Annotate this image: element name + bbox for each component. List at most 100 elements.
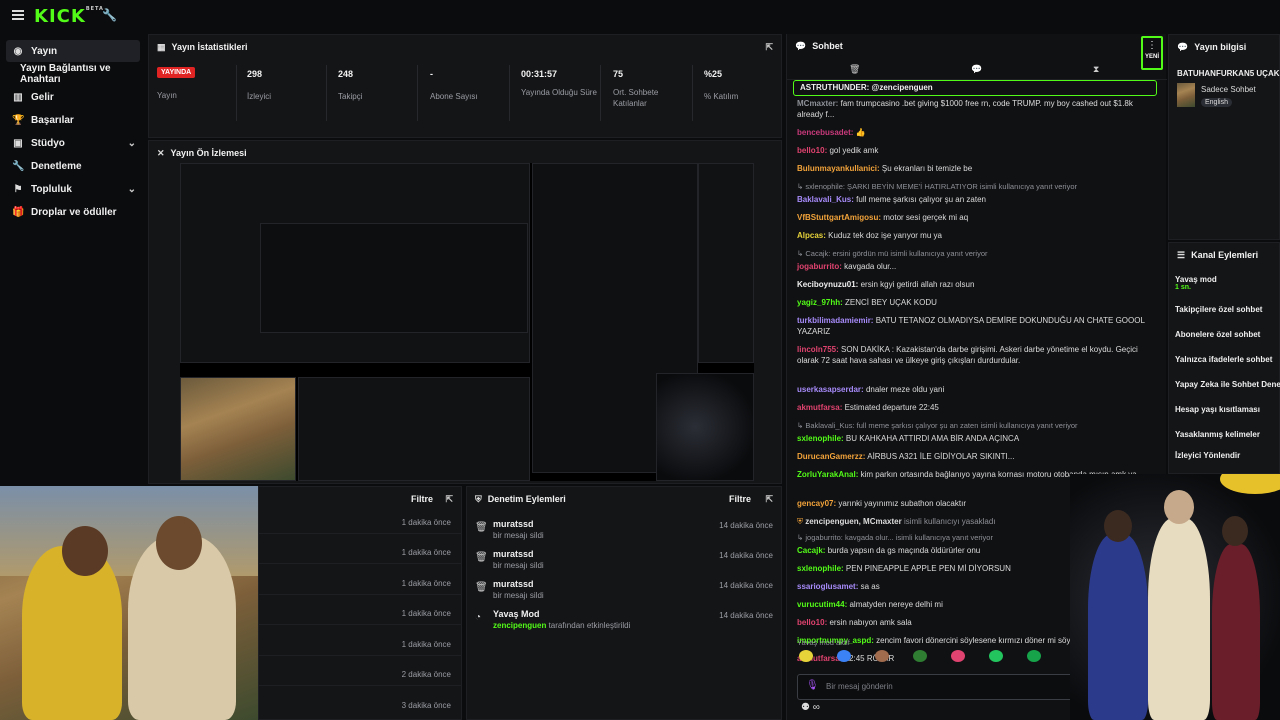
emote-icon[interactable]: ⚉ bbox=[801, 702, 810, 713]
emote-icon[interactable] bbox=[989, 650, 1003, 662]
chat-username[interactable]: sxlenophile: bbox=[797, 564, 844, 573]
chat-username[interactable]: ssarioglusamet: bbox=[797, 582, 858, 591]
creator-tools-icon[interactable]: 🔧 bbox=[102, 8, 117, 22]
stream-preview-video[interactable] bbox=[180, 163, 754, 481]
emote-icon[interactable] bbox=[799, 650, 813, 662]
chart-icon: ▥ bbox=[13, 91, 23, 103]
menu-icon[interactable] bbox=[12, 10, 24, 20]
sidebar-item-stream-key[interactable]: Yayın Bağlantısı ve Anahtarı bbox=[6, 63, 140, 85]
chat-username[interactable]: ZorluYarakAnal: bbox=[797, 470, 858, 479]
chat-username[interactable]: Keciboynuzu01: bbox=[797, 280, 858, 289]
chat-username[interactable]: akmutfarsa: bbox=[797, 403, 842, 412]
sidebar-item-droplar[interactable]: 🎁 Droplar ve ödüller bbox=[6, 201, 140, 223]
activity-time: 3 dakika önce bbox=[401, 701, 451, 710]
chat-username[interactable]: VfBStuttgartAmigosu: bbox=[797, 213, 881, 222]
filter-button[interactable]: Filtre bbox=[729, 494, 751, 504]
pinned-message[interactable]: ASTRUTHUNDER: @zencipenguen bbox=[793, 80, 1157, 96]
kick-logo[interactable]: KICKBETA bbox=[34, 6, 104, 27]
emote-icon[interactable] bbox=[1027, 650, 1041, 662]
chat-username[interactable]: MCmaxter: bbox=[797, 99, 838, 108]
sidebar-item-yayin[interactable]: ◉ Yayın bbox=[6, 40, 140, 62]
community-icon: ⚑ bbox=[13, 183, 23, 195]
sidebar-item-topluluk[interactable]: ⚑ Topluluk ⌄ bbox=[6, 178, 140, 200]
moderation-actions-panel: ⛨ Denetim Eylemleri Filtre ⇱ 🗑 muratssd bir m… bbox=[466, 486, 782, 720]
trash-icon: 🗑 bbox=[475, 552, 488, 563]
gift-icon: 🎁 bbox=[12, 206, 25, 218]
mic-icon[interactable]: 🎙 bbox=[806, 680, 819, 691]
sidebar-item-denetleme[interactable]: 🔧 Denetleme bbox=[6, 155, 140, 177]
chat-input[interactable]: 🎙 Bir mesaj gönderin bbox=[797, 674, 1077, 700]
trash-icon[interactable]: 🗑 bbox=[849, 64, 860, 75]
chat-text: ersin nabıyon amk sala bbox=[829, 618, 912, 627]
chat-username[interactable]: Alpcas: bbox=[797, 231, 826, 240]
stat-avg-chatters: 75 Ort. Sohbete Katılanlar bbox=[607, 65, 693, 121]
emote-icon[interactable] bbox=[837, 650, 851, 662]
action-followers-only[interactable]: Takipçilere özel sohbet bbox=[1175, 305, 1262, 314]
chat-username[interactable]: lincoln755: bbox=[797, 345, 839, 354]
filter-button[interactable]: Filtre bbox=[411, 494, 433, 504]
chat-username[interactable]: bello10: bbox=[797, 618, 827, 627]
activity-time: 1 dakika önce bbox=[401, 548, 451, 557]
chat-text: ZENCİ BEY UÇAK KODU bbox=[845, 298, 937, 307]
activity-time: 1 dakika önce bbox=[401, 640, 451, 649]
chat-username[interactable]: bencebusadet: bbox=[797, 128, 853, 137]
stream-category: Sadece Sohbet bbox=[1201, 85, 1256, 94]
chat-text: almatyden nereye delhi mi bbox=[849, 600, 943, 609]
action-raid[interactable]: İzleyici Yönlendir bbox=[1175, 451, 1240, 460]
shield-icon: ⛨ bbox=[475, 493, 482, 504]
action-slow-mode[interactable]: Yavaş mod 1 sn. bbox=[1175, 275, 1217, 291]
popout-icon[interactable]: ⇱ bbox=[765, 494, 773, 505]
live-badge: YAYINDA bbox=[157, 67, 196, 78]
emote-icon[interactable] bbox=[913, 650, 927, 662]
chat-username[interactable]: Baklavali_Kus: bbox=[797, 195, 854, 204]
chat-username[interactable]: jogaburrito: bbox=[797, 262, 842, 271]
chat-text: fam trumpcasino .bet giving $1000 free r… bbox=[797, 99, 1133, 119]
chat-text: gol yedik amk bbox=[829, 146, 879, 155]
chat-message: lincoln755: SON DAKİKA : Kazakistan'da d… bbox=[797, 344, 1147, 366]
chat-bubble-icon[interactable]: 💬 bbox=[971, 64, 982, 75]
popout-icon[interactable]: ⇱ bbox=[445, 494, 453, 505]
chat-icon: 💬 bbox=[795, 40, 807, 51]
sidebar-item-gelir[interactable]: ▥ Gelir bbox=[6, 86, 140, 108]
chat-username[interactable]: gencay07: bbox=[797, 499, 836, 508]
chat-username[interactable]: vurucutim44: bbox=[797, 600, 847, 609]
preview-webcam-photo bbox=[180, 377, 296, 481]
chat-username[interactable]: sxlenophile: bbox=[797, 434, 844, 443]
chat-text: zencim favori dönercini söylesene kırmız… bbox=[876, 636, 1077, 645]
chat-input-placeholder: Bir mesaj gönderin bbox=[826, 682, 893, 691]
chat-username[interactable]: turkbilimadamiemir: bbox=[797, 316, 873, 325]
emote-icon[interactable] bbox=[951, 650, 965, 662]
action-emote-only[interactable]: Yalnızca ifadelerle sohbet bbox=[1175, 355, 1272, 364]
preview-nested-bottom bbox=[298, 377, 530, 481]
chat-username[interactable]: Cacajk: bbox=[797, 546, 825, 555]
panel-title: Yayın bilgisi bbox=[1194, 42, 1247, 52]
channel-actions-panel: ☰ Kanal Eylemleri Yavaş mod 1 sn. Takipçil… bbox=[1168, 242, 1280, 474]
chat-username[interactable]: yagiz_97hh: bbox=[797, 298, 843, 307]
chat-text: sa as bbox=[860, 582, 880, 591]
chat-reply-context: ↳ Cacajk: ersini gördün mü isimli kullan… bbox=[797, 249, 988, 258]
chat-text: PEN PINEAPPLE APPLE PEN Mİ DİYORSUN bbox=[845, 564, 1011, 573]
chat-text: burda yapsın da gs maçında öldürürler on… bbox=[827, 546, 981, 555]
action-subs-only[interactable]: Abonelere özel sohbet bbox=[1175, 330, 1260, 339]
chat-username[interactable]: DurucanGamerzz: bbox=[797, 452, 865, 461]
action-account-age[interactable]: Hesap yaşı kısıtlaması bbox=[1175, 405, 1260, 414]
activity-time: 1 dakika önce bbox=[401, 518, 451, 527]
studio-icon: ▣ bbox=[13, 137, 23, 149]
chat-username[interactable]: userkasapserdar: bbox=[797, 385, 864, 394]
preview-icon: ✕ bbox=[157, 147, 165, 158]
hourglass-icon[interactable]: ⧗ bbox=[1093, 64, 1099, 75]
chat-toolbar: 🗑 💬 ⧗ bbox=[787, 62, 1167, 80]
footer-icons[interactable]: ⚉ ∞ bbox=[801, 702, 820, 713]
wrench-icon: 🔧 bbox=[12, 160, 25, 172]
sidebar-item-basarilar[interactable]: 🏆 Başarılar bbox=[6, 109, 140, 131]
action-banned-words[interactable]: Yasaklanmış kelimeler bbox=[1175, 430, 1260, 439]
popout-icon[interactable]: ⇱ bbox=[765, 42, 773, 53]
chat-message: bencebusadet: 👍 bbox=[797, 127, 1147, 138]
action-ai-chat[interactable]: Yapay Zeka ile Sohbet Dene bbox=[1175, 380, 1280, 389]
activity-time: 1 dakika önce bbox=[401, 609, 451, 618]
chat-username[interactable]: bello10: bbox=[797, 146, 827, 155]
chat-text: Şu ekranları bi temizle be bbox=[881, 164, 973, 173]
emote-icon[interactable] bbox=[875, 650, 889, 662]
sidebar-item-studyo[interactable]: ▣ Stüdyo ⌄ bbox=[6, 132, 140, 154]
chat-username[interactable]: Bulunmayankullanici: bbox=[797, 164, 880, 173]
